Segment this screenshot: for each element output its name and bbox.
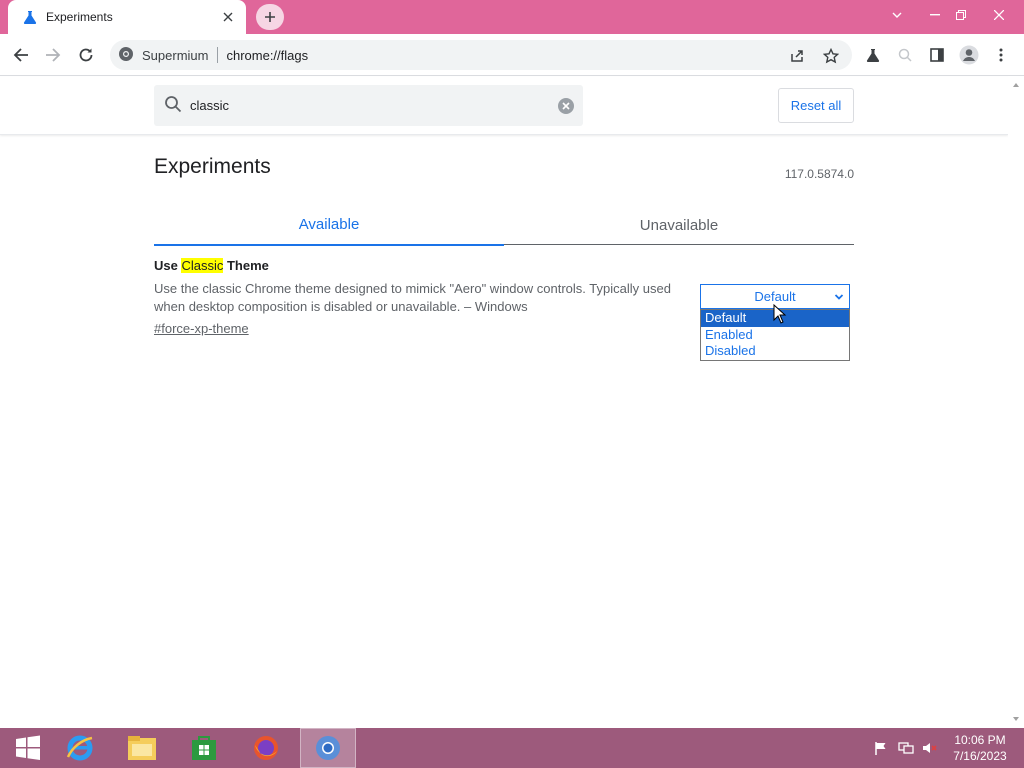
back-button[interactable] <box>8 42 34 68</box>
menu-kebab-icon[interactable] <box>988 42 1014 68</box>
tab-search-icon[interactable] <box>880 0 914 30</box>
close-window-button[interactable] <box>982 0 1016 30</box>
store-icon[interactable] <box>176 728 232 768</box>
search-icon[interactable] <box>892 42 918 68</box>
file-explorer-icon[interactable] <box>114 728 170 768</box>
search-icon <box>164 95 182 116</box>
experiment-title-prefix: Use <box>154 258 182 273</box>
clear-search-icon[interactable] <box>557 97 575 115</box>
start-button[interactable] <box>0 728 56 768</box>
experiment-description: Use the classic Chrome theme designed to… <box>154 281 671 314</box>
option-enabled[interactable]: Enabled <box>701 327 849 344</box>
select-value: Default <box>754 289 796 304</box>
new-tab-button[interactable] <box>256 4 284 30</box>
site-info-icon[interactable] <box>118 46 134 65</box>
mouse-cursor-icon <box>773 303 787 327</box>
tab-unavailable[interactable]: Unavailable <box>504 205 854 245</box>
internet-explorer-icon[interactable] <box>52 728 108 768</box>
flask-icon[interactable] <box>860 42 886 68</box>
flags-search-box[interactable]: classic <box>154 85 583 126</box>
reload-button[interactable] <box>73 42 99 68</box>
experiment-permalink[interactable]: #force-xp-theme <box>154 321 249 336</box>
experiment-title: Use Classic Theme <box>154 258 269 273</box>
action-center-flag-icon[interactable] <box>872 728 890 768</box>
tab-bar: Available Unavailable <box>154 205 854 246</box>
browser-toolbar: Supermium chrome://flags <box>0 34 1024 76</box>
flask-icon <box>22 9 38 25</box>
network-icon[interactable] <box>896 728 916 768</box>
search-input[interactable]: classic <box>190 98 557 113</box>
address-bar[interactable]: Supermium chrome://flags <box>110 40 852 70</box>
browser-tab[interactable]: Experiments <box>8 0 246 34</box>
address-divider <box>217 47 219 63</box>
experiment-title-suffix: Theme <box>223 258 269 273</box>
search-highlight: Classic <box>181 258 224 273</box>
clock-date: 7/16/2023 <box>953 749 1007 763</box>
page-title: Experiments <box>154 155 271 178</box>
reset-all-button[interactable]: Reset all <box>778 88 854 123</box>
search-header: classic Reset all <box>0 77 1008 135</box>
firefox-icon[interactable] <box>238 728 294 768</box>
tab-title: Experiments <box>46 10 113 24</box>
chevron-down-icon <box>834 290 844 305</box>
flags-page: classic Reset all Experiments 117.0.5874… <box>0 77 1008 728</box>
share-icon[interactable] <box>784 43 810 69</box>
tab-strip: Experiments <box>0 0 1024 34</box>
windows-taskbar: 10:06 PM 7/16/2023 <box>0 728 1024 768</box>
option-disabled[interactable]: Disabled <box>701 343 849 360</box>
profile-avatar-icon[interactable] <box>956 42 982 68</box>
system-clock[interactable]: 10:06 PM 7/16/2023 <box>940 732 1020 764</box>
forward-button[interactable] <box>40 42 66 68</box>
supermium-taskbar-icon[interactable] <box>300 728 356 768</box>
tab-available[interactable]: Available <box>154 205 504 246</box>
page-scrollbar[interactable] <box>1008 77 1024 728</box>
site-name: Supermium <box>142 47 209 63</box>
version-label: 117.0.5874.0 <box>784 167 854 181</box>
restore-button[interactable] <box>944 0 978 30</box>
clock-time: 10:06 PM <box>954 733 1006 747</box>
volume-muted-icon[interactable] <box>920 728 940 768</box>
bookmark-star-icon[interactable] <box>818 43 844 69</box>
close-tab-icon[interactable] <box>220 9 236 25</box>
side-panel-icon[interactable] <box>924 42 950 68</box>
url-text[interactable]: chrome://flags <box>226 48 308 63</box>
